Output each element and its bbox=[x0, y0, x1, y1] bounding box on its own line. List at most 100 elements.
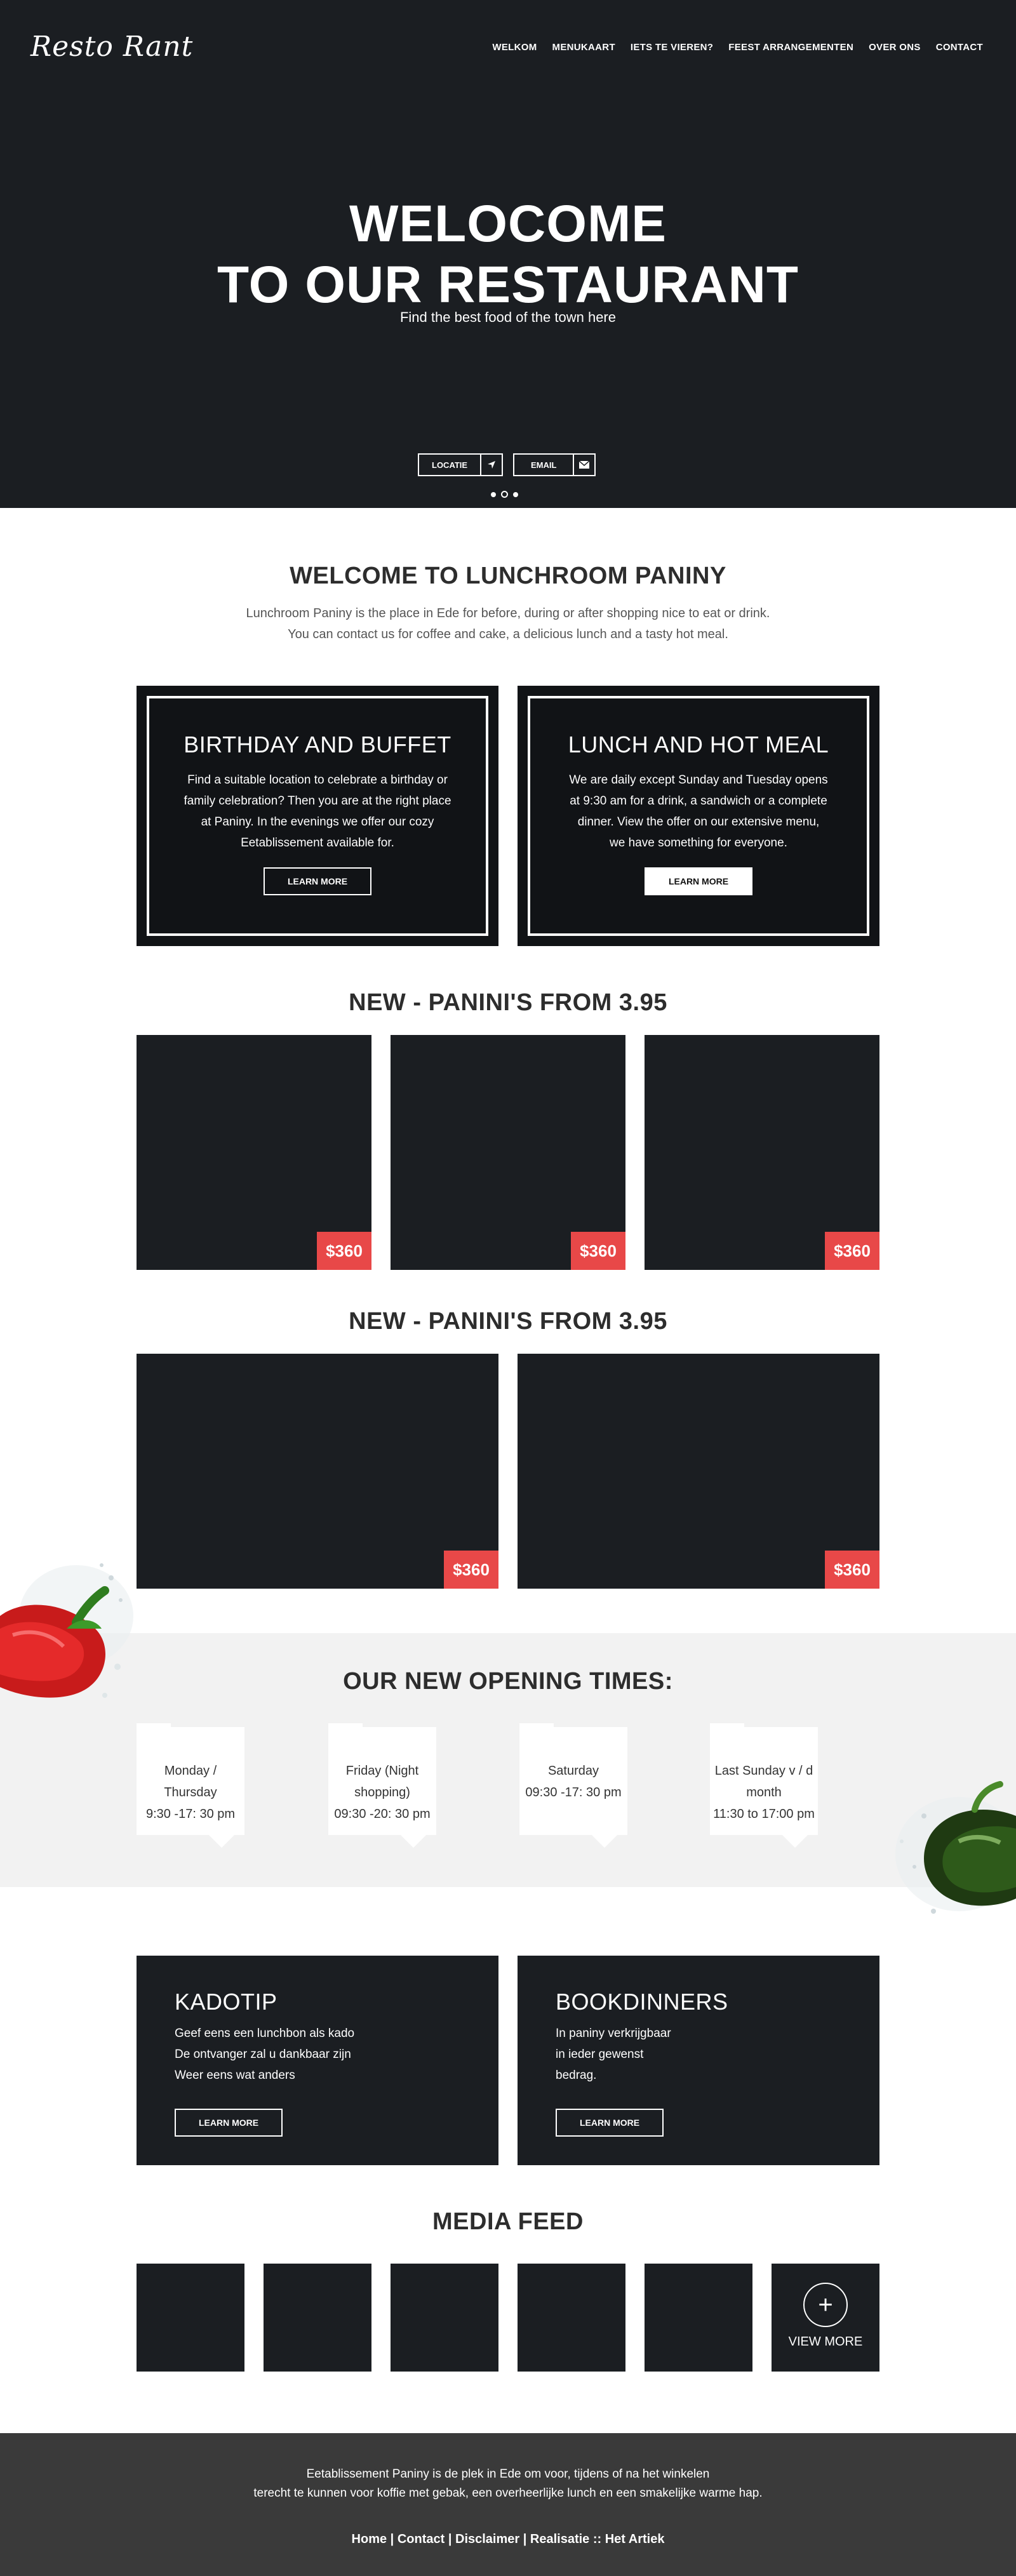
price-badge: $360 bbox=[444, 1551, 498, 1589]
nav-menukaart[interactable]: MENUKAART bbox=[552, 42, 615, 53]
card-notch bbox=[592, 1835, 617, 1848]
info-line: bedrag. bbox=[556, 2069, 597, 2082]
card-tab bbox=[519, 1723, 554, 1732]
info-title: KADOTIP bbox=[175, 1989, 277, 2015]
card-notch bbox=[209, 1835, 234, 1848]
media-thumbnail[interactable] bbox=[391, 2264, 498, 2372]
promo-text: We are daily except Sunday and Tuesday o… bbox=[549, 770, 848, 853]
nav-contact[interactable]: CONTACT bbox=[936, 42, 983, 53]
bookdinners-card: BOOKDINNERS In paniny verkrijgbaar in ie… bbox=[518, 1956, 879, 2165]
panini-tile[interactable]: $360 bbox=[518, 1354, 879, 1589]
slider-dot[interactable] bbox=[513, 491, 518, 497]
info-title: BOOKDINNERS bbox=[556, 1989, 728, 2015]
card-tab bbox=[328, 1723, 363, 1732]
info-line: De ontvanger zal u dankbaar zijn bbox=[175, 2048, 351, 2061]
panini-tile[interactable]: $360 bbox=[645, 1035, 879, 1270]
nav-iets-te-vieren[interactable]: IETS TE VIEREN? bbox=[631, 42, 713, 53]
promo-line: family celebration? Then you are at the … bbox=[184, 794, 451, 808]
footer-text: Eetablissement Paniny is de plek in Ede … bbox=[0, 2465, 1016, 2503]
envelope-icon bbox=[573, 455, 594, 475]
paninis-title: NEW - PANINI'S FROM 3.95 bbox=[349, 989, 667, 1016]
footer-line-1: Eetablissement Paniny is de plek in Ede … bbox=[306, 2467, 710, 2481]
price-badge: $360 bbox=[571, 1232, 625, 1270]
footer-link-home[interactable]: Home bbox=[352, 2532, 387, 2546]
opening-day: Saturday bbox=[547, 1764, 599, 1778]
card-notch bbox=[782, 1835, 808, 1848]
promo-line: we have something for everyone. bbox=[610, 836, 787, 850]
info-line: Geef eens een lunchbon als kado bbox=[175, 2027, 355, 2040]
hero-section: Resto Rant WELKOM MENUKAART IETS TE VIER… bbox=[0, 0, 1016, 508]
media-feed-title: MEDIA FEED bbox=[432, 2208, 584, 2235]
price-badge: $360 bbox=[317, 1232, 371, 1270]
media-thumbnail[interactable] bbox=[137, 2264, 244, 2372]
opening-hours: 11:30 to 17:00 pm bbox=[713, 1807, 815, 1821]
footer-separator: | bbox=[519, 2532, 530, 2546]
opening-time-card: Last Sunday v / d month 11:30 to 17:00 p… bbox=[710, 1723, 818, 1848]
promo-text: Find a suitable location to celebrate a … bbox=[168, 770, 467, 853]
welcome-title: WELCOME TO LUNCHROOM PANINY bbox=[290, 563, 726, 589]
promo-card-birthday: BIRTHDAY AND BUFFET Find a suitable loca… bbox=[137, 686, 498, 946]
kadotip-card: KADOTIP Geef eens een lunchbon als kado … bbox=[137, 1956, 498, 2165]
opening-time-card: Friday (Night shopping) 09:30 -20: 30 pm bbox=[328, 1723, 436, 1848]
main-nav: WELKOM MENUKAART IETS TE VIEREN? FEEST A… bbox=[492, 42, 983, 53]
price-badge: $360 bbox=[825, 1551, 879, 1589]
media-thumbnail[interactable] bbox=[264, 2264, 371, 2372]
promo-title: BIRTHDAY AND BUFFET bbox=[184, 731, 451, 757]
footer-link-contact[interactable]: Contact bbox=[398, 2532, 444, 2546]
welcome-line-1: Lunchroom Paniny is the place in Ede for… bbox=[246, 606, 770, 620]
panini-tile[interactable]: $360 bbox=[391, 1035, 625, 1270]
opening-day: Last Sunday v / d month bbox=[714, 1764, 813, 1799]
info-text: Geef eens een lunchbon als kado De ontva… bbox=[175, 2023, 498, 2086]
location-button[interactable]: LOCATIE bbox=[418, 453, 504, 476]
info-line: In paniny verkrijgbaar bbox=[556, 2027, 671, 2040]
view-more-button[interactable]: + VIEW MORE bbox=[772, 2264, 879, 2372]
email-button-label: EMAIL bbox=[531, 460, 557, 470]
site-logo[interactable]: Resto Rant bbox=[30, 30, 193, 63]
promo-line: at 9:30 am for a drink, a sandwich or a … bbox=[570, 794, 827, 808]
learn-more-button[interactable]: LEARN MORE bbox=[644, 867, 753, 895]
hero-title-line1: WELOCOME bbox=[349, 195, 667, 253]
promo-line: We are daily except Sunday and Tuesday o… bbox=[569, 773, 828, 787]
hero-title-line2: TO OUR RESTAURANT bbox=[217, 256, 799, 314]
opening-times-title: OUR NEW OPENING TIMES: bbox=[343, 1668, 673, 1695]
opening-time-card: Saturday 09:30 -17: 30 pm bbox=[519, 1723, 627, 1848]
media-thumbnail[interactable] bbox=[645, 2264, 752, 2372]
nav-feest-arrangementen[interactable]: FEEST ARRANGEMENTEN bbox=[728, 42, 853, 53]
promo-line: dinner. View the offer on our extensive … bbox=[577, 815, 820, 829]
location-button-label: LOCATIE bbox=[432, 460, 468, 470]
promo-line: Eetablissement available for. bbox=[241, 836, 394, 850]
nav-over-ons[interactable]: OVER ONS bbox=[869, 42, 921, 53]
email-button[interactable]: EMAIL bbox=[513, 453, 596, 476]
footer-link-realisatie[interactable]: Realisatie :: Het Artiek bbox=[530, 2532, 665, 2546]
card-tab bbox=[137, 1723, 171, 1732]
panini-tile[interactable]: $360 bbox=[137, 1035, 371, 1270]
info-line: Weer eens wat anders bbox=[175, 2069, 295, 2082]
card-notch bbox=[401, 1835, 426, 1848]
promo-line: Find a suitable location to celebrate a … bbox=[187, 773, 448, 787]
slider-dots bbox=[491, 491, 518, 498]
opening-hours: 09:30 -20: 30 pm bbox=[334, 1807, 431, 1821]
footer-line-2: terecht te kunnen voor koffie met gebak,… bbox=[253, 2486, 763, 2500]
promo-card-inner: BIRTHDAY AND BUFFET Find a suitable loca… bbox=[147, 696, 488, 936]
hero-subtitle: Find the best food of the town here bbox=[399, 309, 616, 325]
card-tab bbox=[710, 1723, 744, 1732]
promo-title: LUNCH AND HOT MEAL bbox=[568, 731, 829, 757]
learn-more-button[interactable]: LEARN MORE bbox=[175, 2109, 283, 2137]
slider-dot[interactable] bbox=[491, 491, 496, 497]
slider-dot-active[interactable] bbox=[501, 491, 508, 498]
promo-card-lunch: LUNCH AND HOT MEAL We are daily except S… bbox=[518, 686, 879, 946]
info-text: In paniny verkrijgbaar in ieder gewenst … bbox=[556, 2023, 879, 2086]
plus-icon: + bbox=[803, 2283, 848, 2327]
site-footer: Eetablissement Paniny is de plek in Ede … bbox=[0, 2433, 1016, 2576]
nav-welkom[interactable]: WELKOM bbox=[492, 42, 537, 53]
footer-separator: | bbox=[387, 2532, 398, 2546]
opening-day: Friday (Night shopping) bbox=[345, 1764, 419, 1799]
welcome-line-2: You can contact us for coffee and cake, … bbox=[288, 627, 728, 641]
learn-more-button[interactable]: LEARN MORE bbox=[263, 867, 372, 895]
promo-card-inner: LUNCH AND HOT MEAL We are daily except S… bbox=[528, 696, 869, 936]
footer-link-disclaimer[interactable]: Disclaimer bbox=[455, 2532, 519, 2546]
panini-tile[interactable]: $360 bbox=[137, 1354, 498, 1589]
welcome-text: Lunchroom Paniny is the place in Ede for… bbox=[0, 603, 1016, 645]
media-thumbnail[interactable] bbox=[518, 2264, 625, 2372]
learn-more-button[interactable]: LEARN MORE bbox=[556, 2109, 664, 2137]
